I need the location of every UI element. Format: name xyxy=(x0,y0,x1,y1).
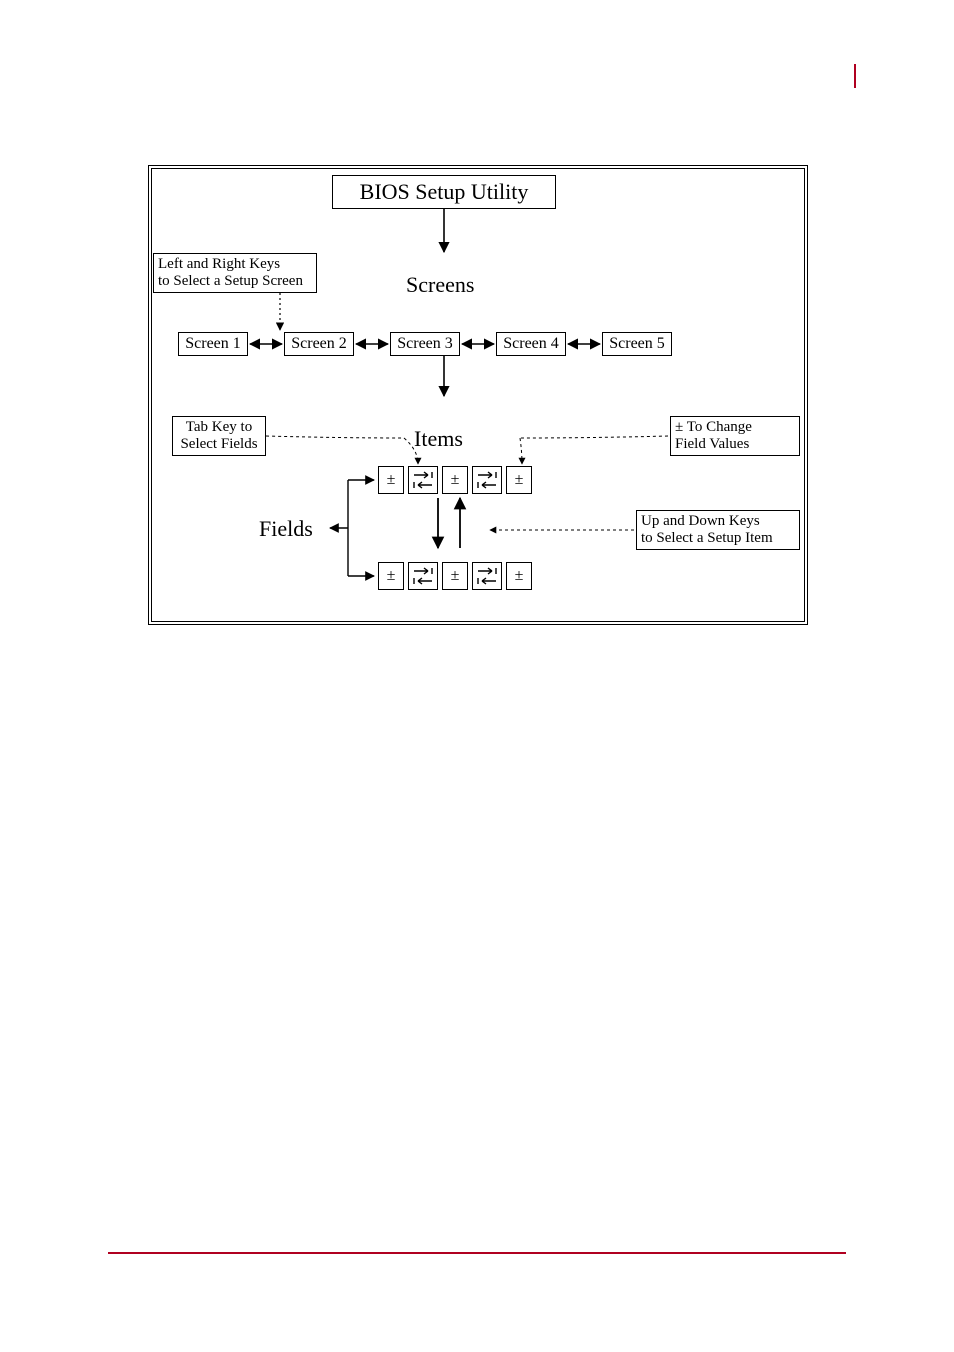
screen-box-1: Screen 1 xyxy=(178,332,248,356)
hint-plus-minus: ± To Change Field Values xyxy=(670,416,800,456)
tab-icon xyxy=(412,567,434,585)
screen-box-5: Screen 5 xyxy=(602,332,672,356)
tab-icon xyxy=(476,567,498,585)
screen-box-4: Screen 4 xyxy=(496,332,566,356)
pm-box: ± xyxy=(442,562,468,590)
screen-box-2: Screen 2 xyxy=(284,332,354,356)
tab-icon-box xyxy=(408,562,438,590)
pm-box: ± xyxy=(506,466,532,494)
pm-box: ± xyxy=(378,562,404,590)
label-screens: Screens xyxy=(406,272,474,298)
pm-box: ± xyxy=(506,562,532,590)
hint-up-down-keys: Up and Down Keys to Select a Setup Item xyxy=(636,510,800,550)
tab-icon xyxy=(412,471,434,489)
footer-divider xyxy=(108,1252,846,1254)
label-items: Items xyxy=(414,426,463,452)
tab-icon-box xyxy=(472,466,502,494)
label-fields: Fields xyxy=(259,516,313,542)
screen-box-3: Screen 3 xyxy=(390,332,460,356)
diagram-frame xyxy=(148,165,808,625)
title-box: BIOS Setup Utility xyxy=(332,175,556,209)
pm-box: ± xyxy=(378,466,404,494)
hint-left-right-keys: Left and Right Keys to Select a Setup Sc… xyxy=(153,253,317,293)
hint-tab-key: Tab Key to Select Fields xyxy=(172,416,266,456)
tab-icon-box xyxy=(408,466,438,494)
tab-icon xyxy=(476,471,498,489)
text-cursor-icon xyxy=(854,64,856,88)
tab-icon-box xyxy=(472,562,502,590)
pm-box: ± xyxy=(442,466,468,494)
